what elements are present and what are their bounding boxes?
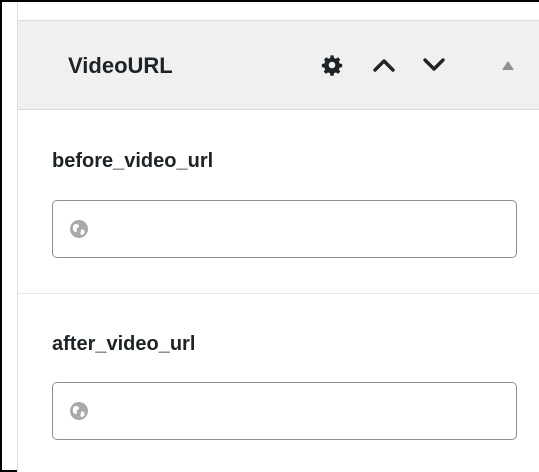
collapse-toggle-button[interactable] [490,47,526,83]
before-video-url-input[interactable] [99,209,508,251]
field-group-panel: VideoURL before_video_url after_video_ur… [17,2,539,472]
section-title: VideoURL [68,53,173,78]
settings-button[interactable] [314,47,350,83]
field-label-after-video-url: after_video_url [52,333,196,355]
globe-icon [70,220,88,238]
field-divider [18,293,539,294]
after-video-url-input[interactable] [99,391,508,433]
before-video-url-field[interactable] [52,200,517,258]
chevron-up-icon [373,59,395,72]
globe-icon [70,402,88,420]
section-header: VideoURL [18,20,539,110]
triangle-up-icon [502,60,514,70]
window-frame: VideoURL before_video_url after_video_ur… [0,0,539,472]
chevron-down-icon [423,58,445,71]
move-up-button[interactable] [366,47,402,83]
field-label-before-video-url: before_video_url [52,150,214,172]
move-down-button[interactable] [416,47,452,83]
after-video-url-field[interactable] [52,382,517,440]
gear-icon [321,55,343,76]
